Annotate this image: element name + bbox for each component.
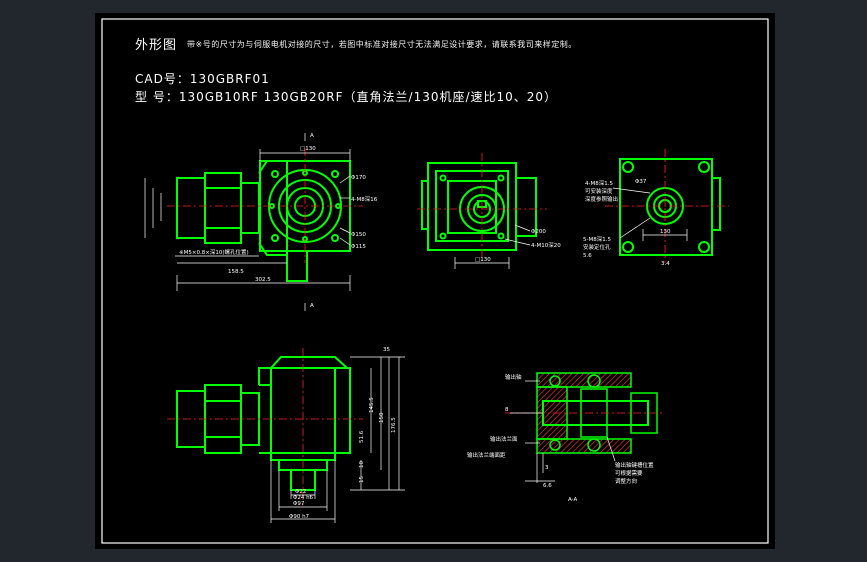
dim-56: 5.6: [583, 253, 592, 259]
dim-h-51: 51.6: [359, 430, 365, 443]
side-view: [176, 356, 351, 491]
dim-m6b: 安装定位孔: [583, 243, 611, 251]
dim-top-130: □130: [300, 146, 316, 152]
dim-m6: 5-M8深1.5: [583, 235, 611, 243]
section-note-2: 可根据需要: [615, 469, 643, 477]
motor-note-2: 深度参照输出: [585, 195, 618, 203]
dim-h-176: 176.5: [391, 417, 397, 433]
section-title: A-A: [568, 497, 578, 503]
section-mark-top: A: [310, 133, 314, 139]
dim-flange-130: 130: [660, 229, 671, 235]
dim-h-35: 35: [383, 347, 390, 353]
top-view-dim-text: □130 Φ170 4-M8深16 Φ150 Φ115 ※M5×0.8×深10(…: [179, 133, 378, 309]
section-dim-8: 8: [505, 407, 509, 413]
section-dim-66: 6.6: [543, 483, 552, 489]
section-note-3: 调整方向: [615, 477, 637, 485]
front-view: [421, 162, 537, 251]
dim-d-97: Φ97: [293, 501, 305, 507]
dim-dia-115: Φ115: [351, 244, 366, 250]
dim-h-10: 10: [359, 461, 365, 468]
dim-h-145: 145.5: [369, 397, 375, 413]
dim-34: 3.4: [661, 261, 670, 267]
dim-h-150: 150: [379, 412, 385, 423]
motor-flange-view: [619, 158, 721, 256]
dim-d-90: Φ90 h7: [289, 514, 310, 520]
dim-4-m8: 4-M8深16: [351, 195, 378, 203]
section-label-1: 输出轴: [505, 373, 522, 381]
side-view-centerlines: [167, 348, 363, 505]
section-dim-3: 3: [545, 465, 549, 471]
dim-len-302: 302.5: [255, 277, 271, 283]
dim-screw-note: ※M5×0.8×深10(螺孔位置): [179, 248, 249, 256]
cad-viewport[interactable]: 外形图 带※号的尺寸为与伺服电机对接的尺寸，若图中标准对接尺寸无法满足设计要求，…: [0, 0, 867, 562]
dim-dia-200: Φ200: [531, 229, 546, 235]
front-view-dim-text: □130 Φ200 4-M10深20: [475, 229, 561, 263]
cad-drawing: □130 Φ170 4-M8深16 Φ150 Φ115 ※M5×0.8×深10(…: [144, 133, 729, 523]
front-view-dimensions: [454, 224, 531, 269]
dim-dia-170: Φ170: [351, 175, 366, 181]
dim-dia-37: Φ37: [635, 179, 647, 185]
section-mark-bottom: A: [310, 303, 314, 309]
drawing-sheet[interactable]: 外形图 带※号的尺寸为与伺服电机对接的尺寸，若图中标准对接尺寸无法满足设计要求，…: [95, 13, 775, 549]
dim-4-m10: 4-M10深20: [531, 241, 561, 249]
side-view-dimensions: [270, 356, 405, 523]
top-view-dimensions: [144, 133, 351, 311]
motor-note-1: 可安装深度: [585, 187, 613, 195]
dim-key-4x5: 4-M8深1.5: [585, 179, 613, 187]
dim-len-158: 158.5: [228, 269, 244, 275]
section-note-1: 输出轴键槽位置: [615, 461, 654, 469]
section-label-2: 输出法兰面: [490, 435, 518, 443]
dim-dia-150: Φ150: [351, 232, 366, 238]
dim-front-130: □130: [475, 257, 491, 263]
dim-h-15: 15: [359, 476, 365, 483]
section-label-3: 输出法兰端面距: [467, 451, 506, 459]
